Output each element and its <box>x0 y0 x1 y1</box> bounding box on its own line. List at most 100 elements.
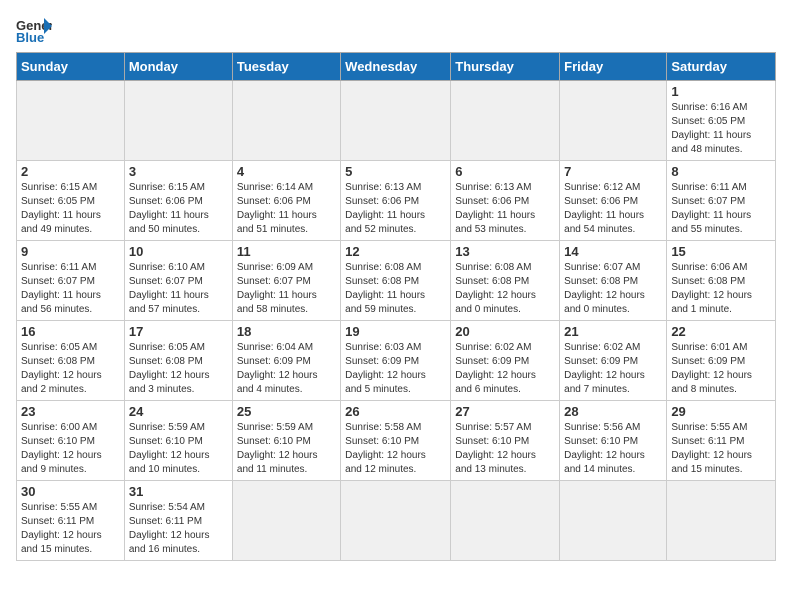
calendar-cell <box>560 81 667 161</box>
calendar-cell: 1 Sunrise: 6:16 AM Sunset: 6:05 PM Daylig… <box>667 81 776 161</box>
day-info: Sunrise: 6:04 AM Sunset: 6:09 PM Dayligh… <box>237 341 336 397</box>
day-number: 1 <box>671 84 771 99</box>
day-info: Sunrise: 5:55 AM Sunset: 6:11 PM Dayligh… <box>21 501 120 557</box>
day-number: 31 <box>129 484 228 499</box>
day-info: Sunrise: 6:15 AM Sunset: 6:06 PM Dayligh… <box>129 181 228 237</box>
calendar-cell: 25 Sunrise: 5:59 AM Sunset: 6:10 PM Dayli… <box>232 401 340 481</box>
day-number: 13 <box>455 244 555 259</box>
day-number: 6 <box>455 164 555 179</box>
day-info: Sunrise: 6:02 AM Sunset: 6:09 PM Dayligh… <box>564 341 662 397</box>
day-number: 2 <box>21 164 120 179</box>
day-number: 5 <box>345 164 446 179</box>
calendar-cell <box>667 481 776 561</box>
day-info: Sunrise: 6:09 AM Sunset: 6:07 PM Dayligh… <box>237 261 336 317</box>
day-number: 15 <box>671 244 771 259</box>
day-number: 10 <box>129 244 228 259</box>
calendar-week-row-2: 9Sunrise: 6:11 AM Sunset: 6:07 PM Daylig… <box>17 241 776 321</box>
calendar-cell: 19 Sunrise: 6:03 AM Sunset: 6:09 PM Dayli… <box>341 321 451 401</box>
day-number: 29 <box>671 404 771 419</box>
calendar-week-row-1: 2 Sunrise: 6:15 AM Sunset: 6:05 PM Daylig… <box>17 161 776 241</box>
calendar-cell: 17 Sunrise: 6:05 AM Sunset: 6:08 PM Dayli… <box>124 321 232 401</box>
day-number: 26 <box>345 404 446 419</box>
calendar-cell: 21Sunrise: 6:02 AM Sunset: 6:09 PM Dayli… <box>560 321 667 401</box>
svg-text:Blue: Blue <box>16 30 44 44</box>
day-info: Sunrise: 6:10 AM Sunset: 6:07 PM Dayligh… <box>129 261 228 317</box>
day-number: 7 <box>564 164 662 179</box>
calendar-cell <box>560 481 667 561</box>
day-number: 18 <box>237 324 336 339</box>
calendar-cell: 11 Sunrise: 6:09 AM Sunset: 6:07 PM Dayli… <box>232 241 340 321</box>
calendar-cell: 7 Sunrise: 6:12 AM Sunset: 6:06 PM Daylig… <box>560 161 667 241</box>
day-number: 12 <box>345 244 446 259</box>
day-number: 17 <box>129 324 228 339</box>
day-number: 11 <box>237 244 336 259</box>
calendar-cell <box>232 81 340 161</box>
calendar-cell: 24 Sunrise: 5:59 AM Sunset: 6:10 PM Dayli… <box>124 401 232 481</box>
day-info: Sunrise: 6:08 AM Sunset: 6:08 PM Dayligh… <box>455 261 555 317</box>
calendar-cell: 15Sunrise: 6:06 AM Sunset: 6:08 PM Dayli… <box>667 241 776 321</box>
calendar-cell: 23Sunrise: 6:00 AM Sunset: 6:10 PM Dayli… <box>17 401 125 481</box>
day-info: Sunrise: 6:12 AM Sunset: 6:06 PM Dayligh… <box>564 181 662 237</box>
day-number: 24 <box>129 404 228 419</box>
day-info: Sunrise: 5:59 AM Sunset: 6:10 PM Dayligh… <box>129 421 228 477</box>
calendar-cell: 13 Sunrise: 6:08 AM Sunset: 6:08 PM Dayli… <box>451 241 560 321</box>
day-number: 8 <box>671 164 771 179</box>
calendar-cell: 30 Sunrise: 5:55 AM Sunset: 6:11 PM Dayli… <box>17 481 125 561</box>
day-info: Sunrise: 6:13 AM Sunset: 6:06 PM Dayligh… <box>455 181 555 237</box>
day-info: Sunrise: 6:11 AM Sunset: 6:07 PM Dayligh… <box>671 181 771 237</box>
day-info: Sunrise: 6:15 AM Sunset: 6:05 PM Dayligh… <box>21 181 120 237</box>
weekday-header-tuesday: Tuesday <box>232 53 340 81</box>
day-number: 28 <box>564 404 662 419</box>
calendar-cell: 18 Sunrise: 6:04 AM Sunset: 6:09 PM Dayli… <box>232 321 340 401</box>
weekday-header-saturday: Saturday <box>667 53 776 81</box>
calendar-cell <box>124 81 232 161</box>
day-info: Sunrise: 6:01 AM Sunset: 6:09 PM Dayligh… <box>671 341 771 397</box>
day-info: Sunrise: 6:00 AM Sunset: 6:10 PM Dayligh… <box>21 421 120 477</box>
weekday-header-thursday: Thursday <box>451 53 560 81</box>
day-info: Sunrise: 6:16 AM Sunset: 6:05 PM Dayligh… <box>671 101 771 157</box>
day-number: 4 <box>237 164 336 179</box>
day-info: Sunrise: 5:59 AM Sunset: 6:10 PM Dayligh… <box>237 421 336 477</box>
day-number: 16 <box>21 324 120 339</box>
calendar-cell <box>451 81 560 161</box>
calendar-cell: 2 Sunrise: 6:15 AM Sunset: 6:05 PM Daylig… <box>17 161 125 241</box>
calendar-cell: 6 Sunrise: 6:13 AM Sunset: 6:06 PM Daylig… <box>451 161 560 241</box>
day-info: Sunrise: 5:54 AM Sunset: 6:11 PM Dayligh… <box>129 501 228 557</box>
calendar-cell <box>341 81 451 161</box>
weekday-header-row: SundayMondayTuesdayWednesdayThursdayFrid… <box>17 53 776 81</box>
calendar-cell: 14Sunrise: 6:07 AM Sunset: 6:08 PM Dayli… <box>560 241 667 321</box>
page-header: General Blue <box>16 16 776 44</box>
calendar-cell: 10 Sunrise: 6:10 AM Sunset: 6:07 PM Dayli… <box>124 241 232 321</box>
day-info: Sunrise: 6:05 AM Sunset: 6:08 PM Dayligh… <box>129 341 228 397</box>
calendar-cell <box>451 481 560 561</box>
day-number: 30 <box>21 484 120 499</box>
calendar-cell: 8 Sunrise: 6:11 AM Sunset: 6:07 PM Daylig… <box>667 161 776 241</box>
day-number: 14 <box>564 244 662 259</box>
calendar-cell: 22 Sunrise: 6:01 AM Sunset: 6:09 PM Dayli… <box>667 321 776 401</box>
calendar-cell: 28 Sunrise: 5:56 AM Sunset: 6:10 PM Dayli… <box>560 401 667 481</box>
calendar-cell: 9Sunrise: 6:11 AM Sunset: 6:07 PM Daylig… <box>17 241 125 321</box>
calendar-cell: 31 Sunrise: 5:54 AM Sunset: 6:11 PM Dayli… <box>124 481 232 561</box>
weekday-header-wednesday: Wednesday <box>341 53 451 81</box>
day-number: 22 <box>671 324 771 339</box>
calendar-cell: 27 Sunrise: 5:57 AM Sunset: 6:10 PM Dayli… <box>451 401 560 481</box>
calendar-cell <box>232 481 340 561</box>
day-info: Sunrise: 6:05 AM Sunset: 6:08 PM Dayligh… <box>21 341 120 397</box>
calendar-week-row-0: 1 Sunrise: 6:16 AM Sunset: 6:05 PM Daylig… <box>17 81 776 161</box>
calendar-body: 1 Sunrise: 6:16 AM Sunset: 6:05 PM Daylig… <box>17 81 776 561</box>
logo: General Blue <box>16 16 52 44</box>
day-number: 3 <box>129 164 228 179</box>
day-info: Sunrise: 6:13 AM Sunset: 6:06 PM Dayligh… <box>345 181 446 237</box>
day-number: 25 <box>237 404 336 419</box>
calendar-week-row-5: 30 Sunrise: 5:55 AM Sunset: 6:11 PM Dayli… <box>17 481 776 561</box>
weekday-header-monday: Monday <box>124 53 232 81</box>
generalblue-logo-icon: General Blue <box>16 16 52 44</box>
day-info: Sunrise: 5:57 AM Sunset: 6:10 PM Dayligh… <box>455 421 555 477</box>
day-info: Sunrise: 5:55 AM Sunset: 6:11 PM Dayligh… <box>671 421 771 477</box>
day-number: 27 <box>455 404 555 419</box>
calendar-cell: 4Sunrise: 6:14 AM Sunset: 6:06 PM Daylig… <box>232 161 340 241</box>
calendar-cell: 3 Sunrise: 6:15 AM Sunset: 6:06 PM Daylig… <box>124 161 232 241</box>
day-info: Sunrise: 5:56 AM Sunset: 6:10 PM Dayligh… <box>564 421 662 477</box>
day-info: Sunrise: 6:03 AM Sunset: 6:09 PM Dayligh… <box>345 341 446 397</box>
day-number: 19 <box>345 324 446 339</box>
